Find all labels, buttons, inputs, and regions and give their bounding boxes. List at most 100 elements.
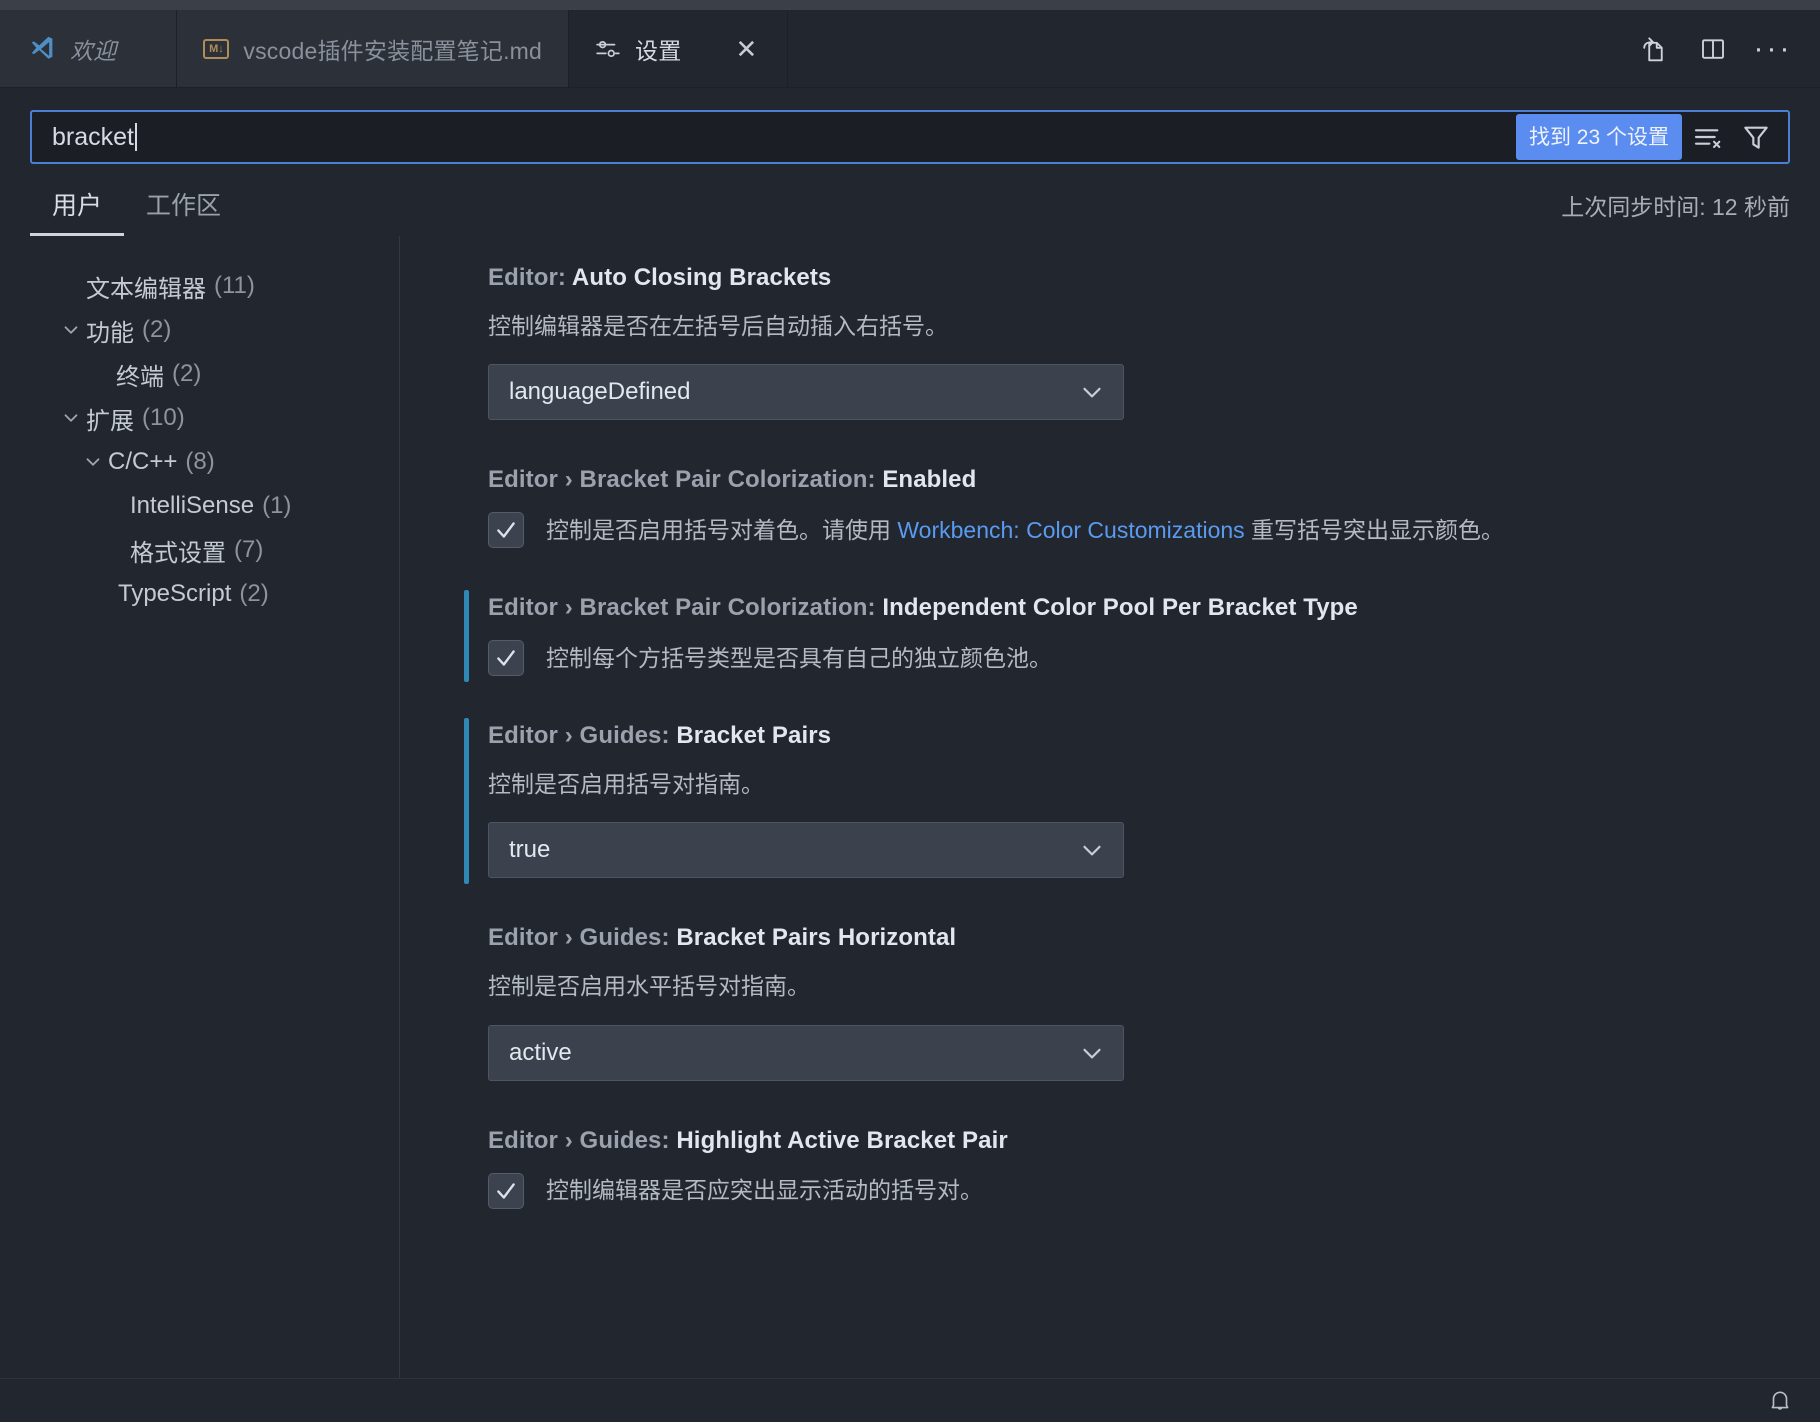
toc-item-label: 文本编辑器 [86, 275, 206, 303]
setting-title-key: Bracket Pairs [676, 722, 832, 750]
setting-title-key: Enabled [882, 466, 977, 494]
tab-label: 用户 [52, 192, 103, 220]
sync-status-text: 上次同步时间: 12 秒前 [1561, 194, 1790, 220]
setting-title: Editor › Bracket Pair Colorization: Enab… [488, 466, 1780, 494]
text-caret [134, 123, 137, 151]
tab-settings[interactable]: 设置 ✕ [569, 10, 789, 88]
setting-title: Editor: Auto Closing Brackets [488, 264, 1780, 292]
tab-workspace-settings[interactable]: 工作区 [124, 186, 243, 236]
tab-label: 欢迎 [70, 38, 117, 64]
setting-description: 控制是否启用括号对指南。 [488, 771, 764, 798]
setting-description: 控制是否启用括号对着色。请使用 Workbench: Color Customi… [546, 514, 1504, 546]
toc-item-count: (2) [239, 580, 269, 607]
more-actions-icon[interactable]: ··· [1753, 32, 1793, 66]
setting-title-prefix: Editor › Guides: [488, 1126, 677, 1154]
toc-item-label: 格式设置 [130, 539, 226, 567]
chevron-down-icon [1077, 377, 1107, 407]
toc-item-formatting[interactable]: 格式设置 (7) [0, 528, 399, 572]
settings-body: 文本编辑器 (11) 功能 (2) 终端 (2) 扩展 (10) C/C++ (… [0, 236, 1820, 1378]
open-settings-json-icon[interactable] [1636, 32, 1670, 66]
bell-icon[interactable] [1762, 1383, 1798, 1419]
split-editor-icon[interactable] [1696, 32, 1730, 66]
settings-sliders-icon [596, 40, 620, 58]
tab-label: 设置 [635, 38, 682, 64]
toc-item-label: C/C++ [108, 448, 178, 475]
setting-title: Editor › Guides: Bracket Pairs [488, 722, 1780, 750]
setting-checkbox[interactable] [488, 512, 524, 549]
toc-item-extensions[interactable]: 扩展 (10) [0, 396, 399, 440]
search-controls: 找到 23 个设置 [1515, 112, 1788, 162]
settings-count-badge: 找到 23 个设置 [1515, 114, 1682, 160]
setting-editor-auto-closing-brackets: Editor: Auto Closing Brackets 控制编辑器是否在左括… [464, 264, 1780, 421]
modified-indicator [464, 718, 469, 885]
close-icon[interactable]: ✕ [731, 34, 761, 64]
setting-independent-color-pool-per-bracket-type: Editor › Bracket Pair Colorization: Inde… [464, 590, 1780, 683]
toc-item-count: (2) [142, 316, 172, 343]
select-value: languageDefined [509, 378, 691, 406]
setting-control-row: 控制每个方括号类型是否具有自己的独立颜色池。 [488, 640, 1780, 677]
setting-editor-guides-bracket-pairs: Editor › Guides: Bracket Pairs 控制是否启用括号对… [464, 718, 1780, 885]
setting-control-row: 控制编辑器是否应突出显示活动的括号对。 [488, 1172, 1780, 1209]
select-value: active [509, 1038, 572, 1066]
more-actions-glyph: ··· [1753, 32, 1793, 65]
toc-item-intellisense[interactable]: IntelliSense (1) [0, 484, 399, 528]
tab-welcome[interactable]: 欢迎 [0, 10, 178, 88]
description-text-before: 控制是否启用括号对着色。请使用 [546, 517, 898, 544]
chevron-down-icon[interactable] [78, 451, 108, 473]
chevron-down-icon [1077, 835, 1107, 865]
toc-item-label: 扩展 [86, 407, 134, 435]
workbench-color-customizations-link[interactable]: Workbench: Color Customizations [897, 517, 1244, 543]
setting-description: 控制每个方括号类型是否具有自己的独立颜色池。 [546, 645, 1052, 672]
toc-item-label: IntelliSense [130, 492, 255, 519]
toc-item-typescript[interactable]: TypeScript (2) [0, 572, 399, 616]
tab-label: 工作区 [146, 192, 222, 220]
toc-item-count: (10) [142, 404, 185, 431]
toc-item-count: (11) [214, 272, 255, 299]
setting-title-key: Auto Closing Brackets [571, 264, 832, 291]
setting-editor-guides-bracket-pairs-horizontal: Editor › Guides: Bracket Pairs Horizonta… [464, 924, 1780, 1081]
toc-item-text-editor[interactable]: 文本编辑器 (11) [0, 264, 399, 308]
toc-item-terminal[interactable]: 终端 (2) [0, 352, 399, 396]
description-text-after: 重写括号突出显示颜色。 [1244, 517, 1505, 544]
settings-scope-tabs: 用户 工作区 上次同步时间: 12 秒前 [0, 164, 1820, 236]
toc-item-c-cpp[interactable]: C/C++ (8) [0, 440, 399, 484]
chevron-down-icon[interactable] [56, 319, 86, 341]
markdown-file-icon: M↓ [203, 39, 230, 59]
chevron-down-icon[interactable] [56, 407, 86, 429]
setting-value-select[interactable]: languageDefined [488, 364, 1124, 421]
toc-item-count: (2) [172, 360, 202, 387]
setting-checkbox[interactable] [488, 640, 524, 677]
editor-actions: ··· [1636, 10, 1820, 88]
setting-title-key: Highlight Active Bracket Pair [676, 1126, 1008, 1154]
settings-toc: 文本编辑器 (11) 功能 (2) 终端 (2) 扩展 (10) C/C++ (… [0, 236, 400, 1378]
toc-item-count: (7) [234, 536, 264, 563]
setting-description: 控制编辑器是否在左括号后自动插入右括号。 [488, 313, 948, 339]
setting-title-key: Independent Color Pool Per Bracket Type [882, 594, 1358, 622]
search-input[interactable]: bracket 找到 23 个设置 [30, 110, 1790, 164]
clear-filters-icon[interactable] [1686, 115, 1730, 159]
toc-item-label: TypeScript [118, 580, 232, 607]
setting-title-prefix: Editor › Guides: [488, 722, 677, 750]
setting-title: Editor › Guides: Bracket Pairs Horizonta… [488, 924, 1780, 952]
status-bar [0, 1378, 1820, 1422]
setting-value-select[interactable]: true [488, 822, 1124, 879]
editor-tab-bar: 欢迎 M↓ vscode插件安装配置笔记.md 设置 ✕ ··· [0, 10, 1820, 88]
setting-value-select[interactable]: active [488, 1024, 1124, 1081]
search-input-value: bracket [52, 122, 134, 151]
setting-checkbox[interactable] [488, 1172, 524, 1209]
toc-item-features[interactable]: 功能 (2) [0, 308, 399, 352]
tab-markdown-note[interactable]: M↓ vscode插件安装配置笔记.md [177, 10, 570, 88]
setting-title-prefix: Editor › Bracket Pair Colorization: [488, 594, 883, 622]
filter-icon[interactable] [1734, 115, 1778, 159]
tab-bar-spacer [788, 10, 1636, 88]
toc-item-label: 功能 [86, 319, 134, 347]
select-value: true [509, 836, 551, 864]
setting-title-key: Bracket Pairs Horizontal [676, 924, 957, 952]
setting-bracket-pair-colorization-enabled: Editor › Bracket Pair Colorization: Enab… [464, 466, 1780, 549]
tab-label: vscode插件安装配置笔记.md [243, 38, 543, 64]
title-bar [0, 0, 1820, 10]
modified-indicator [464, 590, 469, 683]
tab-user-settings[interactable]: 用户 [30, 186, 125, 236]
chevron-down-icon [1077, 1038, 1107, 1068]
setting-title-prefix: Editor › Bracket Pair Colorization: [488, 466, 883, 494]
